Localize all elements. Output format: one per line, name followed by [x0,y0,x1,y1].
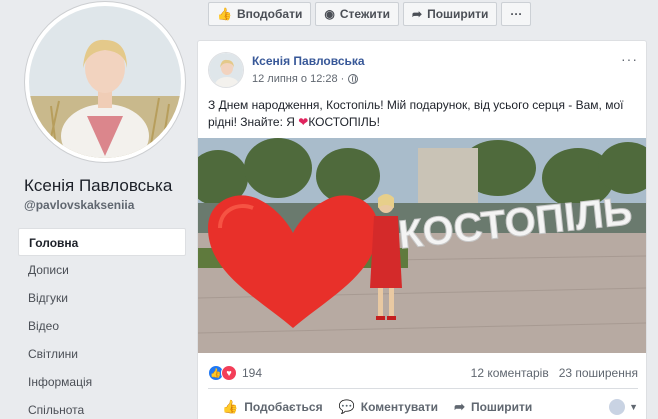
post-text: З Днем народження, Костопіль! Мій подару… [208,97,628,131]
mini-avatar-icon [609,399,626,415]
nav-item-reviews[interactable]: Відгуки [18,284,186,312]
post-share-label: Поширити [470,400,533,414]
share-arrow-icon: ➦ [454,399,465,414]
share-arrow-icon: ➦ [412,7,423,21]
post-text-end: КОСТОПІЛЬ! [308,115,380,129]
post-author-avatar[interactable] [208,52,244,88]
profile-photo-image [29,6,181,158]
globe-icon [348,74,359,84]
page-handle[interactable]: @pavlovskakseniia [24,198,134,212]
reactions-count[interactable]: 194 [242,366,262,380]
follow-label: Стежити [339,7,391,21]
nav-item-home[interactable]: Головна [18,228,186,256]
post-stats: 12 коментарів 23 поширення [471,366,638,380]
post-photo[interactable]: КОСТОПІЛЬ [198,138,646,353]
thumbs-up-icon: 👍 [222,399,239,414]
post-like-button[interactable]: 👍 Подобається [214,399,331,415]
nav-item-about[interactable]: Інформація [18,368,186,396]
nav-item-photos[interactable]: Світлини [18,340,186,368]
nav-item-community[interactable]: Спільнота [18,396,186,419]
nav-item-posts[interactable]: Дописи [18,256,186,284]
profile-picture[interactable] [25,2,185,162]
reactions-row: 👍 ♥ 194 12 коментарів 23 поширення [208,363,638,383]
post-actions: 👍 Подобається 💬 Коментувати ➦ Поширити ▼ [208,393,638,419]
thumbs-up-icon: 👍 [217,7,232,21]
follow-button[interactable]: ◉ Стежити [315,2,400,26]
love-reaction-icon[interactable]: ♥ [221,365,237,381]
post-share-button[interactable]: ➦ Поширити [446,399,540,415]
share-page-button[interactable]: ➦ Поширити [403,2,498,26]
post-author-name[interactable]: Ксенія Павловська [252,54,365,68]
post-card: Ксенія Павловська 12 липня о 12:28 · ···… [197,40,647,419]
comments-count[interactable]: 12 коментарів [471,366,549,380]
post-comment-button[interactable]: 💬 Коментувати [331,399,446,415]
post-photo-image: КОСТОПІЛЬ [198,138,646,353]
actions-divider [208,388,638,389]
post-meta: 12 липня о 12:28 · [252,73,359,85]
like-page-button[interactable]: 👍 Вподобати [208,2,312,26]
rss-icon: ◉ [324,7,335,21]
page-name[interactable]: Ксенія Павловська [24,176,172,196]
page-nav: Головна Дописи Відгуки Відео Світлини Ін… [18,228,186,419]
like-page-label: Вподобати [236,7,303,21]
share-page-label: Поширити [427,7,489,21]
share-as-selector[interactable]: ▼ [609,399,638,415]
comment-icon: 💬 [338,399,355,414]
post-text-main: З Днем народження, Костопіль! Мій подару… [208,98,624,129]
caret-down-icon: ▼ [629,402,638,412]
post-comment-label: Коментувати [360,400,439,414]
red-heart-icon: ❤ [298,115,309,129]
shares-count[interactable]: 23 поширення [559,366,638,380]
nav-item-videos[interactable]: Відео [18,312,186,340]
more-dots-icon: ··· [510,7,523,21]
more-options-button[interactable]: ··· [501,2,532,26]
post-timestamp[interactable]: 12 липня о 12:28 · [252,73,344,85]
avatar-image [209,53,243,87]
post-like-label: Подобається [244,400,323,414]
post-options-button[interactable]: ··· [621,51,638,67]
page-action-bar: 👍 Вподобати ◉ Стежити ➦ Поширити ··· [208,2,532,26]
